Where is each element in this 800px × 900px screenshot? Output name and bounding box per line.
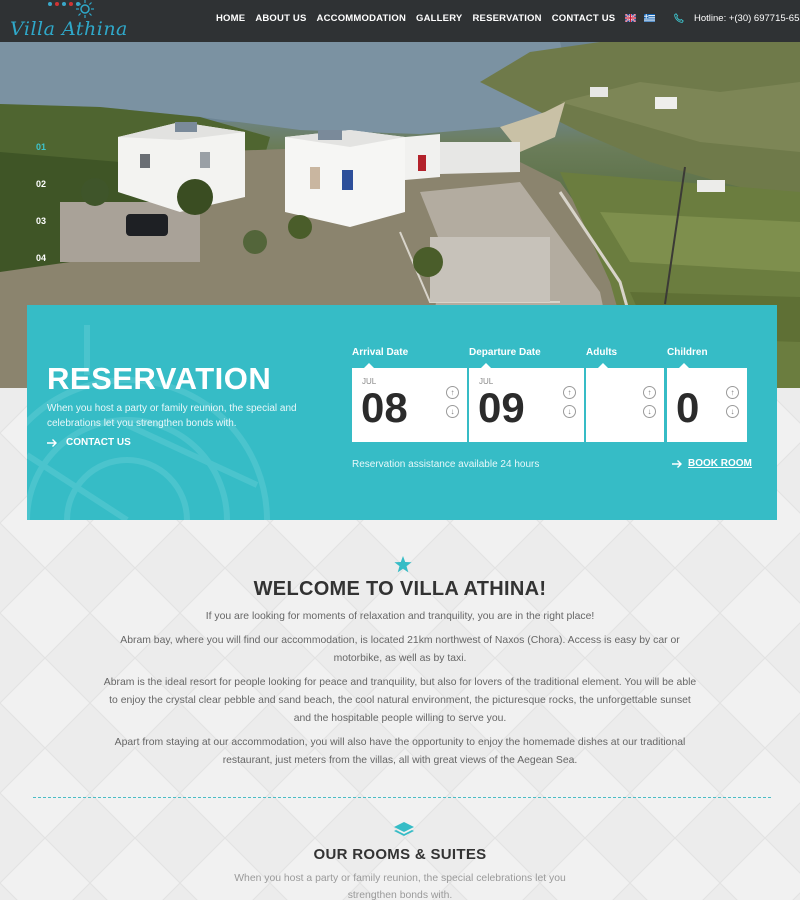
sun-logo-icon: [76, 0, 94, 18]
flag-uk-icon[interactable]: [625, 14, 637, 22]
layers-icon: [394, 822, 414, 836]
star-icon: [394, 556, 412, 573]
welcome-paragraph-3: Abram is the ideal resort for people loo…: [103, 677, 697, 724]
welcome-text: If you are looking for moments of relaxa…: [100, 608, 700, 776]
book-room-label: BOOK ROOM: [688, 458, 752, 469]
children-value: 0: [676, 384, 700, 431]
adults-label: Adults: [586, 347, 618, 358]
children-down-icon[interactable]: ↓: [726, 405, 739, 418]
nav-about-us[interactable]: ABOUT US: [255, 13, 306, 24]
arrow-right-icon: [672, 459, 682, 468]
welcome-paragraph-2: Abram bay, where you will find our accom…: [120, 635, 680, 664]
arrow-right-icon: [47, 438, 57, 447]
section-divider: [33, 797, 771, 798]
nav-home[interactable]: HOME: [216, 13, 245, 24]
reservation-title: RESERVATION: [47, 361, 272, 396]
adults-up-icon[interactable]: ↑: [643, 386, 656, 399]
nav-gallery[interactable]: GALLERY: [416, 13, 462, 24]
arrival-down-icon[interactable]: ↓: [446, 405, 459, 418]
site-header: Villa Athina HOME ABOUT US ACCOMMODATION…: [0, 0, 800, 42]
children-up-icon[interactable]: ↑: [726, 386, 739, 399]
arrival-date-label: Arrival Date: [352, 347, 409, 358]
welcome-title: WELCOME TO VILLA ATHINA!: [253, 578, 547, 600]
phone-icon: [674, 13, 684, 23]
logo-text: Villa Athina: [10, 18, 128, 40]
slide-dot-3[interactable]: 03: [36, 216, 46, 253]
arrival-up-icon[interactable]: ↑: [446, 386, 459, 399]
reservation-subtitle: When you host a party or family reunion,…: [47, 403, 297, 429]
welcome-paragraph-1: If you are looking for moments of relaxa…: [205, 611, 595, 622]
logo[interactable]: Villa Athina: [8, 0, 168, 42]
departure-down-icon[interactable]: ↓: [563, 405, 576, 418]
adults-down-icon[interactable]: ↓: [643, 405, 656, 418]
arrival-date-field[interactable]: JUL 08 ↑ ↓: [352, 363, 467, 442]
main-nav: HOME ABOUT US ACCOMMODATION GALLERY RESE…: [216, 0, 663, 36]
departure-up-icon[interactable]: ↑: [563, 386, 576, 399]
slide-dot-2[interactable]: 02: [36, 179, 46, 216]
rooms-title: OUR ROOMS & SUITES: [313, 846, 487, 863]
departure-date-field[interactable]: JUL 09 ↑ ↓: [469, 363, 584, 442]
book-room-button[interactable]: BOOK ROOM: [672, 458, 752, 469]
reservation-panel: RESERVATION When you host a party or fam…: [27, 305, 777, 520]
nav-reservation[interactable]: RESERVATION: [472, 13, 541, 24]
contact-us-label: CONTACT US: [66, 437, 131, 448]
flag-greece-icon[interactable]: [644, 14, 656, 22]
hotline-text: Hotline: +(30) 697715-6535: [694, 12, 800, 24]
arrival-day: 08: [361, 384, 408, 431]
hotline: Hotline: +(30) 697715-6535: [674, 0, 800, 36]
nav-contact-us[interactable]: CONTACT US: [552, 13, 616, 24]
welcome-paragraph-4: Apart from staying at our accommodation,…: [114, 737, 686, 766]
slide-pagination: 01 02 03 04: [36, 142, 46, 290]
adults-field[interactable]: ↑ ↓: [586, 363, 664, 442]
slide-dot-4[interactable]: 04: [36, 253, 46, 290]
departure-day: 09: [478, 384, 525, 431]
children-label: Children: [667, 347, 708, 358]
children-field[interactable]: 0 ↑ ↓: [667, 363, 747, 442]
rooms-subtitle: When you host a party or family reunion,…: [234, 873, 566, 900]
departure-date-label: Departure Date: [469, 347, 541, 358]
nav-accommodation[interactable]: ACCOMMODATION: [317, 13, 407, 24]
slide-dot-1[interactable]: 01: [36, 142, 46, 179]
contact-us-link[interactable]: CONTACT US: [47, 437, 131, 448]
reservation-assistance-text: Reservation assistance available 24 hour…: [352, 459, 540, 470]
